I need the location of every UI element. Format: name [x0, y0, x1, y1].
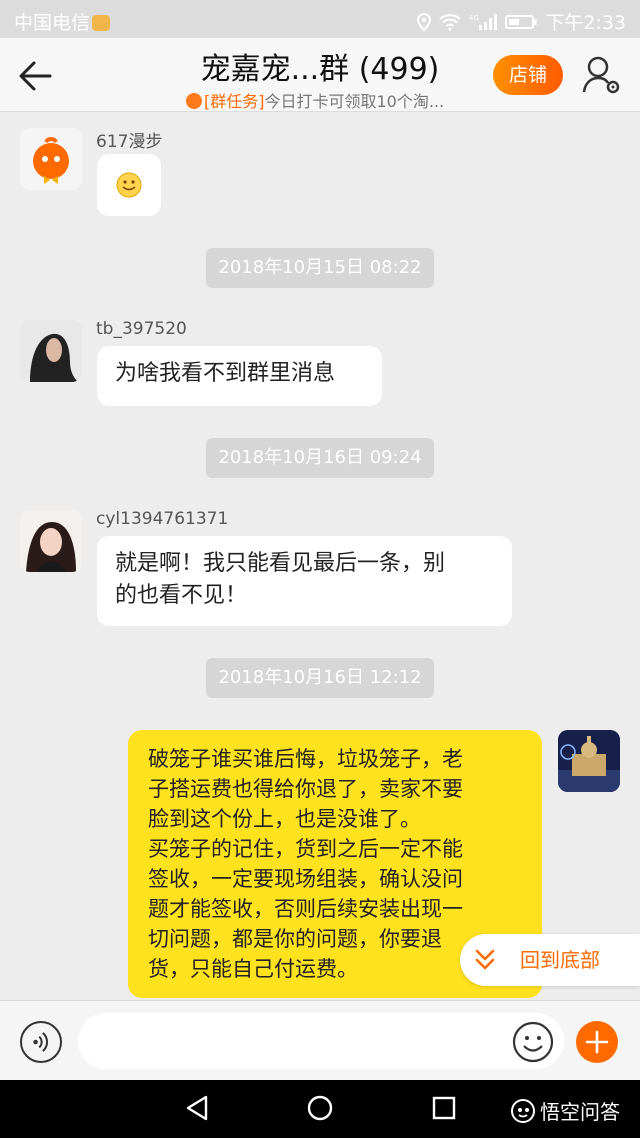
voice-icon[interactable] — [20, 1021, 62, 1063]
message-bubble[interactable] — [97, 154, 161, 216]
wifi-icon — [439, 13, 461, 31]
shop-button[interactable]: 店铺 — [493, 55, 563, 95]
group-task-notice[interactable]: [群任务]今日打卡可领取10个淘... — [186, 88, 444, 112]
message-text: 为啥我看不到群里消息 — [115, 361, 336, 386]
chat-header: 宠嘉宠...群 (499) [群任务]今日打卡可领取10个淘... 店铺 — [0, 38, 640, 112]
chevron-down-icon — [475, 949, 495, 970]
sender-name: cyl1394761371 — [96, 509, 229, 529]
profile-settings-icon[interactable] — [582, 54, 622, 96]
wukong-logo-icon — [511, 1098, 535, 1123]
watermark: 悟空问答 — [510, 1096, 620, 1125]
system-nav-bar: 悟空问答 — [0, 1080, 640, 1138]
back-to-bottom-label: 回到底部 — [520, 948, 600, 972]
timestamp: 2018年10月16日 09:24 — [206, 438, 434, 478]
message-line: 题才能签收，否则后续安装出现一 — [148, 897, 463, 921]
signal-icon: 4G — [469, 13, 498, 30]
clock: 下午2:33 — [545, 12, 626, 34]
user-photo-icon — [20, 320, 82, 382]
status-icons: 4G 下午2:33 — [417, 8, 626, 35]
message-line: 的也看不见！ — [115, 583, 248, 608]
message-bubble[interactable]: 为啥我看不到群里消息 — [97, 346, 382, 406]
network-type: 4G — [469, 14, 479, 22]
timestamp: 2018年10月15日 08:22 — [206, 248, 434, 288]
sender-name: 617漫步 — [96, 132, 163, 152]
message-bubble[interactable]: 就是啊！我只能看见最后一条，别 的也看不见！ — [97, 536, 512, 626]
avatar[interactable] — [20, 128, 82, 190]
back-to-bottom-button[interactable]: 回到底部 — [460, 934, 640, 986]
self-avatar[interactable] — [558, 730, 620, 792]
building-photo-icon — [558, 730, 620, 792]
message-line: 就是啊！我只能看见最后一条，别 — [115, 551, 446, 576]
message-line: 子搭运费也得给你退了，卖家不要 — [148, 777, 463, 801]
status-bar: 中国电信 4G 下午2:33 — [0, 0, 640, 38]
notification-badge-icon — [92, 15, 111, 31]
location-icon — [417, 12, 432, 31]
emoji-icon[interactable] — [512, 1021, 554, 1063]
system-recents-icon[interactable] — [432, 1096, 456, 1120]
sender-name: tb_397520 — [96, 319, 187, 339]
plus-icon[interactable] — [576, 1021, 618, 1063]
message-line: 买笼子的记住，货到之后一定不能 — [148, 837, 463, 861]
carrier-label: 中国电信 — [14, 8, 111, 35]
battery-icon — [505, 14, 537, 29]
message-line: 脸到这个份上，也是没谁了。 — [148, 807, 421, 831]
timestamp: 2018年10月16日 12:12 — [206, 658, 434, 698]
mascot-avatar-icon — [20, 128, 82, 190]
task-check-icon — [186, 93, 202, 109]
avatar[interactable] — [20, 510, 82, 572]
system-home-icon[interactable] — [306, 1094, 334, 1122]
message-line: 破笼子谁买谁后悔，垃圾笼子，老 — [148, 747, 463, 771]
chat-input-bar — [0, 1000, 640, 1080]
user-photo-icon — [20, 510, 82, 572]
message-input[interactable] — [78, 1013, 564, 1069]
smiley-emoji-icon — [116, 172, 142, 198]
avatar[interactable] — [20, 320, 82, 382]
system-back-icon[interactable] — [184, 1094, 210, 1122]
message-line: 签收，一定要现场组装，确认没问 — [148, 867, 463, 891]
